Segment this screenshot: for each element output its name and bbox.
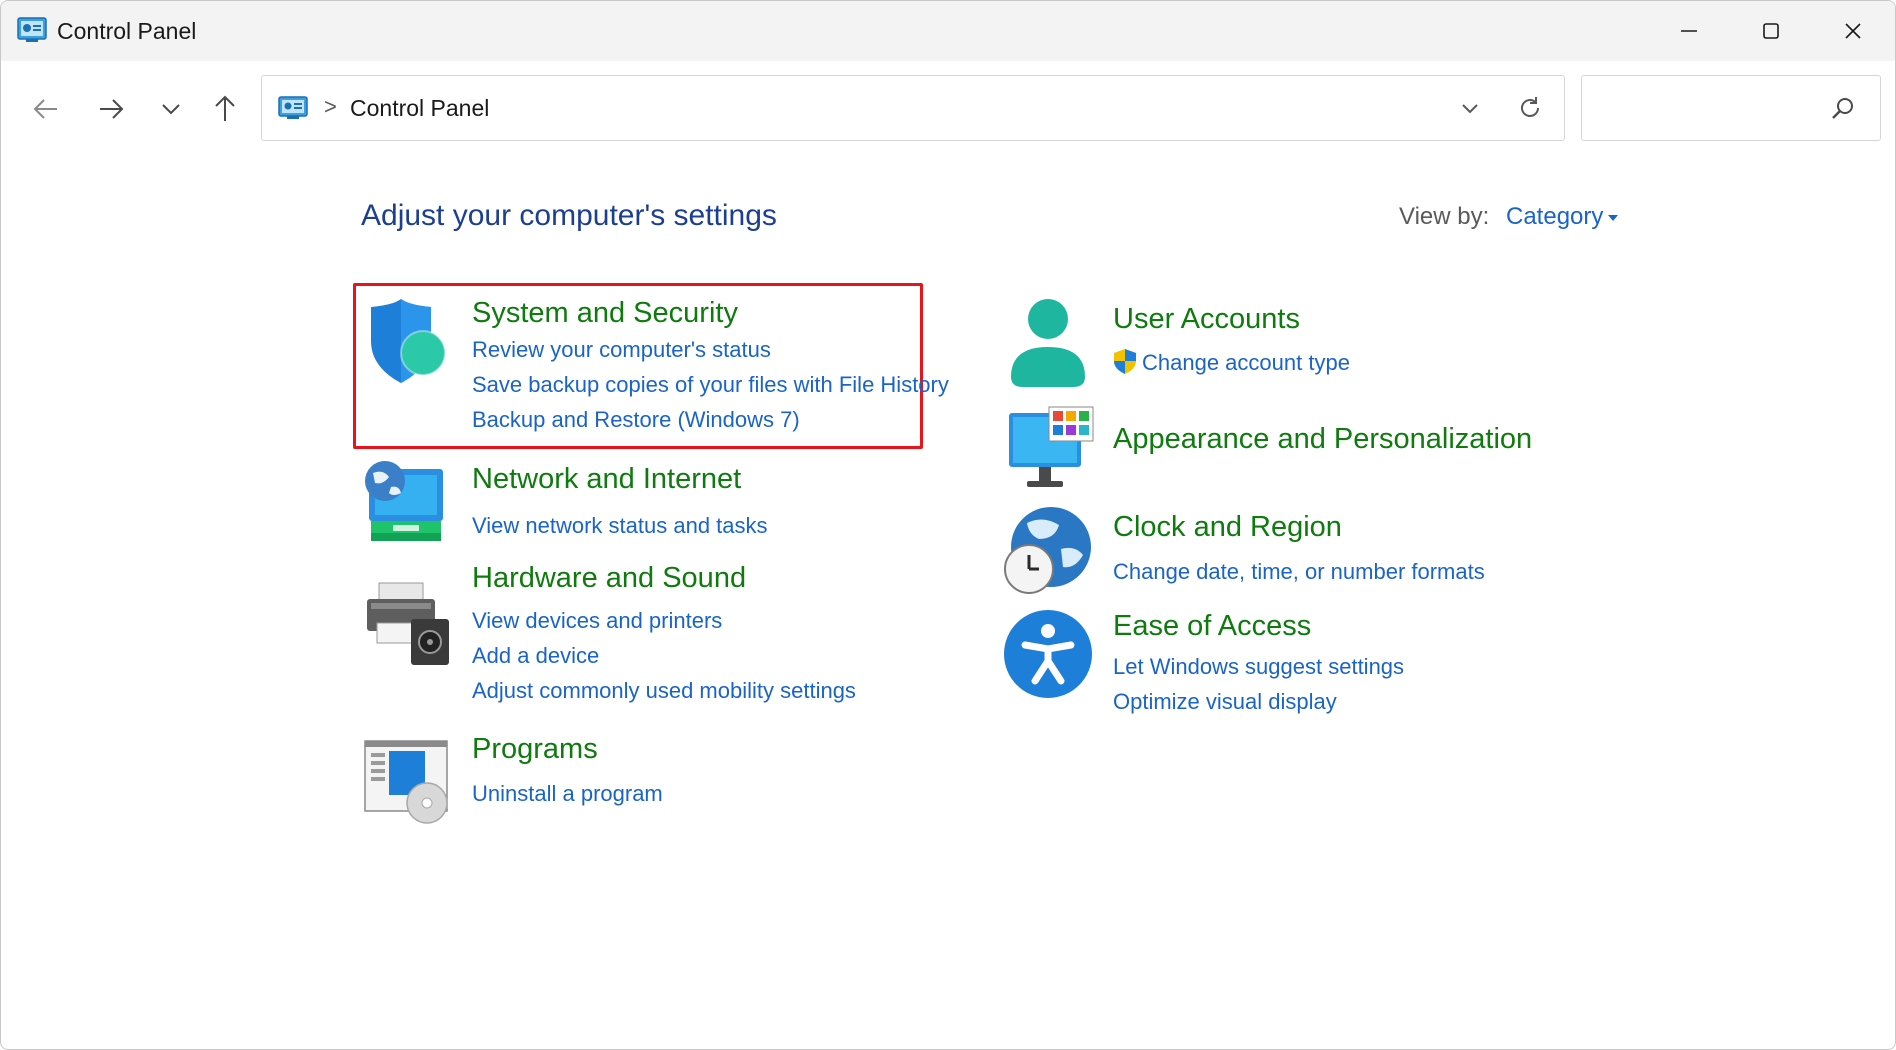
breadcrumb-control-panel[interactable]: Control Panel — [350, 95, 489, 122]
page-title: Adjust your computer's settings — [361, 199, 777, 232]
minimize-icon — [1681, 30, 1697, 32]
control-panel-icon — [278, 96, 308, 119]
chevron-down-icon[interactable] — [1458, 96, 1482, 120]
link-add-device[interactable]: Add a device — [472, 643, 599, 669]
title-bar: Control Panel — [1, 1, 1895, 61]
view-by-label: View by: — [1399, 203, 1490, 230]
close-button[interactable] — [1813, 1, 1893, 61]
network-globe-icon — [365, 461, 443, 541]
printer-speaker-icon — [367, 582, 449, 665]
arrow-left-icon — [33, 99, 57, 119]
monitor-palette-icon — [1009, 406, 1094, 487]
category-title-system-and-security[interactable]: System and Security — [472, 297, 738, 330]
category-title-clock-and-region[interactable]: Clock and Region — [1113, 511, 1342, 544]
link-view-network-status[interactable]: View network status and tasks — [472, 513, 768, 539]
maximize-button[interactable] — [1731, 1, 1811, 61]
view-by-dropdown[interactable]: Category — [1506, 203, 1603, 231]
arrow-up-icon — [215, 95, 235, 121]
link-backup-restore[interactable]: Backup and Restore (Windows 7) — [472, 407, 800, 433]
link-file-history[interactable]: Save backup copies of your files with Fi… — [472, 372, 949, 398]
category-title-hardware-and-sound[interactable]: Hardware and Sound — [472, 562, 746, 595]
link-view-devices-printers[interactable]: View devices and printers — [472, 608, 722, 634]
link-review-computer-status[interactable]: Review your computer's status — [472, 337, 771, 363]
category-title-ease-of-access[interactable]: Ease of Access — [1113, 610, 1311, 643]
arrow-right-icon — [100, 99, 124, 119]
globe-clock-icon — [1004, 507, 1091, 594]
main-content: Adjust your computer's settings View by:… — [1, 151, 1895, 1049]
category-title-programs[interactable]: Programs — [472, 733, 598, 766]
category-title-network-and-internet[interactable]: Network and Internet — [472, 463, 741, 496]
back-button[interactable] — [25, 89, 65, 129]
programs-disc-icon — [364, 740, 448, 824]
up-button[interactable] — [205, 89, 245, 129]
forward-button[interactable] — [92, 89, 132, 129]
accessibility-icon — [1004, 610, 1092, 698]
address-bar[interactable]: > Control Panel — [261, 75, 1565, 141]
search-icon[interactable] — [1830, 96, 1856, 122]
shield-icon — [371, 299, 446, 383]
control-panel-icon — [17, 17, 47, 42]
search-box[interactable] — [1581, 75, 1881, 141]
caret-down-icon[interactable] — [1607, 214, 1619, 222]
breadcrumb-separator: > — [324, 94, 337, 119]
chevron-down-icon — [162, 104, 180, 115]
window-title: Control Panel — [57, 18, 197, 44]
close-icon — [1845, 23, 1861, 39]
category-title-user-accounts[interactable]: User Accounts — [1113, 303, 1300, 336]
refresh-icon[interactable] — [1516, 94, 1544, 122]
user-icon — [1011, 299, 1085, 387]
link-change-account-type[interactable]: Change account type — [1142, 350, 1350, 376]
category-title-appearance-and-personalization[interactable]: Appearance and Personalization — [1113, 423, 1532, 456]
recent-locations-button[interactable] — [151, 89, 191, 129]
link-uninstall-program[interactable]: Uninstall a program — [472, 781, 663, 807]
uac-shield-icon — [1114, 349, 1136, 374]
minimize-button[interactable] — [1649, 1, 1729, 61]
link-windows-suggest-settings[interactable]: Let Windows suggest settings — [1113, 654, 1404, 680]
link-change-date-time-formats[interactable]: Change date, time, or number formats — [1113, 559, 1485, 585]
control-panel-window: Control Panel > Control Panel Adjust you… — [0, 0, 1896, 1050]
link-optimize-visual-display[interactable]: Optimize visual display — [1113, 689, 1337, 715]
maximize-icon — [1763, 23, 1779, 39]
navigation-bar: > Control Panel — [1, 61, 1895, 151]
link-mobility-settings[interactable]: Adjust commonly used mobility settings — [472, 678, 856, 704]
